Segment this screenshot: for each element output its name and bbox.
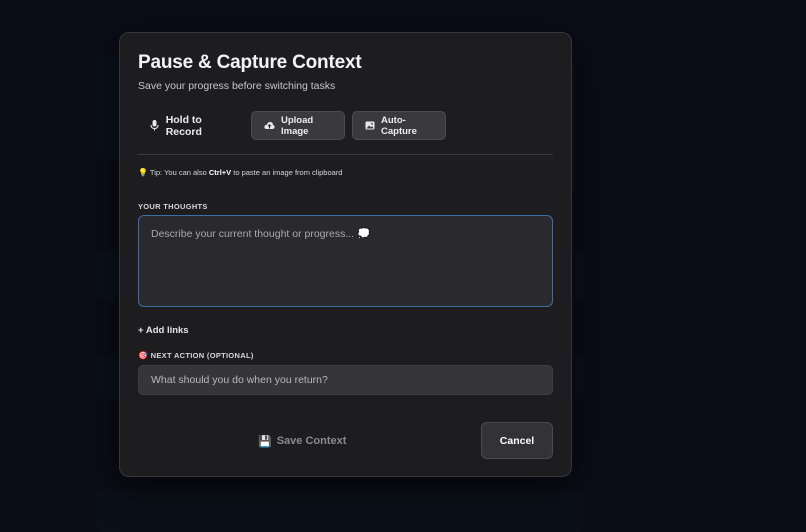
microphone-icon <box>150 120 160 131</box>
floppy-disk-icon: 💾 <box>258 435 272 448</box>
tip-prefix: Tip: You can also <box>149 168 209 177</box>
dialog-title: Pause & Capture Context <box>138 52 362 73</box>
tip-suffix: to paste an image from clipboard <box>231 168 343 177</box>
thoughts-label: YOUR THOUGHTS <box>138 202 208 211</box>
lightbulb-icon: 💡 <box>138 168 148 177</box>
next-action-label-row: 🎯 NEXT ACTION (OPTIONAL) <box>138 351 254 360</box>
next-action-label: NEXT ACTION (OPTIONAL) <box>150 351 254 360</box>
image-icon <box>365 120 375 131</box>
dialog-subtitle: Save your progress before switching task… <box>138 80 336 92</box>
next-action-input[interactable] <box>138 365 553 395</box>
section-divider <box>138 154 553 155</box>
record-label: Hold to Record <box>165 113 202 138</box>
cloud-upload-icon <box>264 120 275 131</box>
auto-capture-button[interactable]: Auto-Capture <box>352 111 446 140</box>
tip-shortcut: Ctrl+V <box>208 168 232 177</box>
pause-capture-dialog: Pause & Capture Context Save your progre… <box>119 32 572 477</box>
capture-button-row: Hold to Record Upload Image Auto-Capture <box>138 111 446 140</box>
upload-image-button[interactable]: Upload Image <box>251 111 345 140</box>
hold-to-record-button[interactable]: Hold to Record <box>138 111 244 140</box>
auto-capture-label: Auto-Capture <box>381 114 417 137</box>
cancel-button[interactable]: Cancel <box>481 422 553 459</box>
target-icon: 🎯 <box>138 351 149 360</box>
save-label: Save Context <box>276 435 347 447</box>
upload-label: Upload Image <box>281 114 314 137</box>
clipboard-tip: 💡 Tip: You can also Ctrl+V to paste an i… <box>138 168 342 177</box>
save-context-button[interactable]: 💾 Save Context <box>258 423 354 459</box>
thoughts-textarea[interactable] <box>138 215 553 307</box>
add-links-button[interactable]: + Add links <box>138 325 189 336</box>
